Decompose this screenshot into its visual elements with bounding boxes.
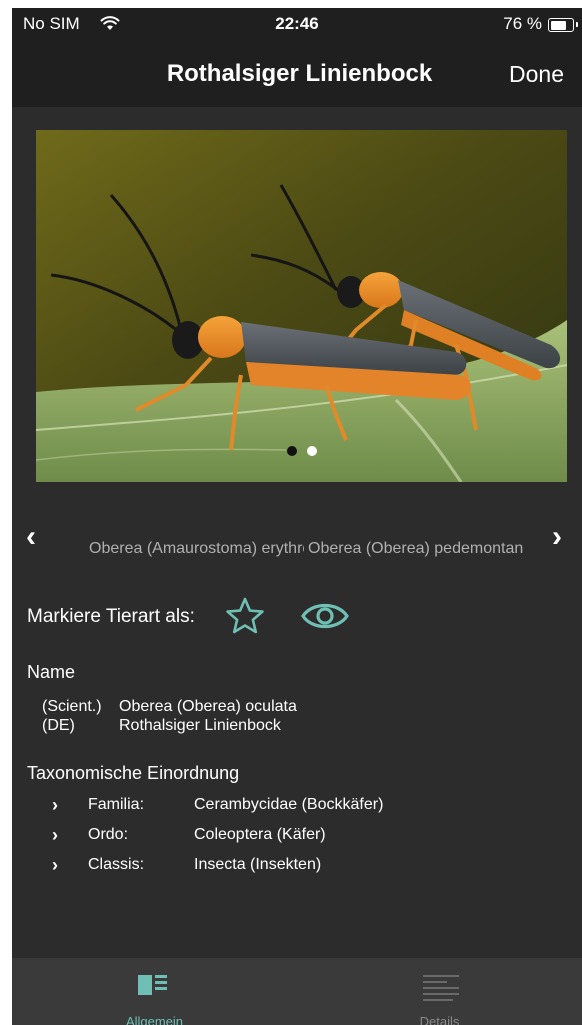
page-dot-1	[286, 446, 297, 456]
taxonomy-value: Coleoptera (Käfer)	[194, 826, 326, 843]
beetle-photo-illustration	[36, 130, 567, 482]
chevron-right-icon: ›	[52, 825, 58, 845]
species-photo[interactable]	[36, 130, 567, 482]
taxonomy-value: Cerambycidae (Bockkäfer)	[194, 796, 384, 813]
name-key: (DE)	[42, 717, 75, 734]
previous-species-item[interactable]: Oberea (Amaurostoma) erythrocephala	[89, 540, 304, 558]
done-button[interactable]: Done	[509, 61, 564, 88]
taxonomy-section-title: Taxonomische Einordnung	[27, 763, 240, 783]
tab-bar: Allgemein Details	[12, 958, 582, 1025]
name-value: Oberea (Oberea) oculata	[119, 698, 297, 715]
taxonomy-row-familia[interactable]: › Familia: Cerambycidae (Bockkäfer)	[52, 795, 552, 826]
tab-label: Details	[419, 1014, 460, 1025]
chevron-right-icon: ›	[52, 855, 58, 875]
tab-allgemein[interactable]: Allgemein	[12, 958, 297, 1025]
status-bar: No SIM 22:46 76 %	[12, 8, 582, 40]
name-section-title: Name	[27, 662, 76, 682]
chevron-right-icon: ›	[52, 795, 58, 815]
photo-page-indicator	[36, 443, 567, 461]
name-row-german: (DE) Rothalsiger Linienbock	[42, 716, 442, 735]
name-key: (Scient.)	[42, 698, 102, 715]
general-info-icon	[138, 972, 174, 1003]
name-row-scientific: (Scient.) Oberea (Oberea) oculata	[42, 697, 442, 716]
battery-percent: 76 %	[503, 14, 542, 33]
tab-details[interactable]: Details	[297, 958, 582, 1025]
taxonomy-rank: Familia:	[88, 796, 145, 813]
name-value: Rothalsiger Linienbock	[119, 717, 281, 734]
battery-icon	[548, 18, 574, 32]
taxonomy-row-ordo[interactable]: › Ordo: Coleoptera (Käfer)	[52, 825, 552, 856]
mark-species-label: Markiere Tierart als:	[27, 606, 195, 627]
battery-level-fill	[550, 20, 567, 30]
next-species-button[interactable]: ›	[552, 520, 562, 554]
name-list: (Scient.) Oberea (Oberea) oculata (DE) R…	[42, 697, 442, 735]
eye-icon[interactable]	[300, 596, 350, 636]
page-dot-2	[306, 446, 317, 456]
taxonomy-value: Insecta (Insekten)	[194, 856, 322, 873]
page-title: Rothalsiger Linienbock	[166, 60, 433, 87]
clock: 22:46	[275, 14, 319, 33]
taxonomy-list: › Familia: Cerambycidae (Bockkäfer) › Or…	[52, 795, 552, 886]
navigation-bar: Rothalsiger Linienbock Done	[12, 40, 582, 107]
tab-label: Allgemein	[125, 1014, 184, 1025]
battery-tip	[576, 22, 578, 27]
taxonomy-rank: Ordo:	[88, 826, 129, 843]
details-list-icon	[423, 972, 459, 1007]
taxonomy-rank: Classis:	[88, 856, 145, 873]
star-icon[interactable]	[225, 596, 265, 636]
previous-species-button[interactable]: ‹	[26, 520, 36, 554]
related-species-carousel: ‹ Oberea (Amaurostoma) erythrocephala Ob…	[12, 518, 582, 558]
app-screen: No SIM 22:46 76 % Rothalsiger Linienbock…	[12, 8, 582, 1025]
next-species-item[interactable]: Oberea (Oberea) pedemontana	[308, 540, 523, 558]
taxonomy-row-classis[interactable]: › Classis: Insecta (Insekten)	[52, 855, 552, 886]
